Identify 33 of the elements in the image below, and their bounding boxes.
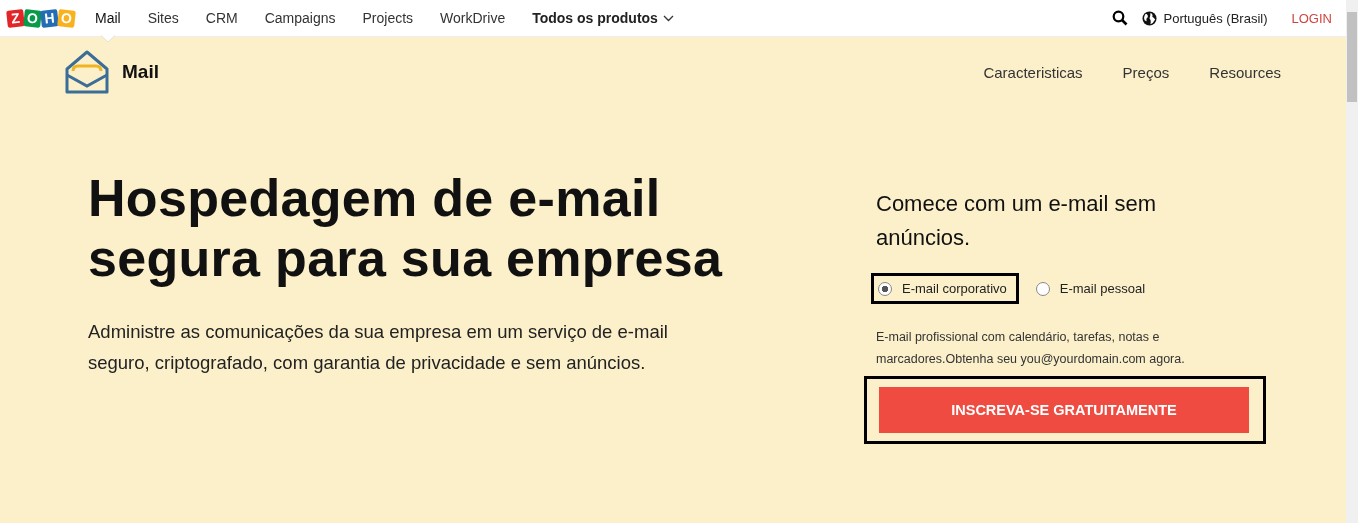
radio-button[interactable] bbox=[1035, 281, 1050, 296]
nav-link[interactable]: Todos os produtos bbox=[532, 10, 674, 26]
signup-button[interactable]: INSCREVA-SE GRATUITAMENTE bbox=[879, 387, 1249, 433]
scrollbar-thumb[interactable] bbox=[1347, 12, 1357, 102]
nav-link[interactable]: WorkDrive bbox=[440, 10, 506, 26]
radio-button[interactable] bbox=[878, 281, 892, 296]
logo-letter: H bbox=[40, 8, 59, 28]
nav-link[interactable]: CRM bbox=[205, 10, 238, 26]
option-label: E-mail corporativo bbox=[902, 281, 1007, 296]
chevron-down-icon bbox=[662, 14, 674, 22]
search-icon[interactable] bbox=[1112, 10, 1129, 26]
nav-link[interactable]: Sites bbox=[147, 10, 179, 26]
nav-link[interactable]: Preços bbox=[1122, 63, 1170, 81]
globe-icon bbox=[1142, 10, 1158, 26]
login-link[interactable]: LOGIN bbox=[1291, 10, 1332, 26]
hero-title: Hospedagem de e-mail segura para sua empresa bbox=[88, 168, 724, 288]
hero-description: Administre as comunicações da sua empresa em um serviço de e-mail seguro, criptografado, com garantia de privacidade e sem anúncios. bbox=[88, 320, 669, 375]
logo-letter: O bbox=[57, 8, 76, 28]
product-name: Mail bbox=[122, 61, 159, 83]
nav-link[interactable]: Campaigns bbox=[264, 10, 336, 26]
signup-note: E-mail profissional com calendário, tarefas, notas e marcadores.Obtenha seu you@yourdomain.com agora. bbox=[876, 329, 1186, 368]
logo-letter: O bbox=[23, 8, 42, 28]
mail-logo-icon bbox=[64, 49, 110, 95]
language-selector[interactable]: Português (Brasil) bbox=[1142, 10, 1268, 26]
nav-link[interactable]: Resources bbox=[1209, 63, 1281, 81]
nav-link[interactable]: Mail bbox=[95, 10, 121, 26]
signup-title: Comece com um e-mail sem anúncios. bbox=[876, 190, 1157, 252]
option-label: E-mail pessoal bbox=[1059, 281, 1146, 296]
nav-link[interactable]: Caracteristicas bbox=[983, 63, 1083, 81]
highlighted-radio-option[interactable]: E-mail corporativo bbox=[871, 273, 1019, 304]
logo-letter: Z bbox=[6, 8, 25, 28]
nav-link[interactable]: Projects bbox=[362, 10, 414, 26]
radio-option[interactable]: E-mail pessoal bbox=[1028, 273, 1158, 304]
